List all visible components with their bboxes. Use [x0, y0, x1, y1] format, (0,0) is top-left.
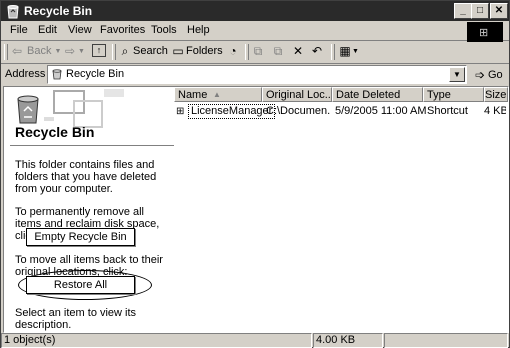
menu-favorites[interactable]: Favorites: [100, 24, 145, 36]
views-button[interactable]: ▦ ▼: [338, 44, 359, 58]
column-header-size[interactable]: Size: [484, 87, 508, 102]
recycle-bin-icon: [7, 5, 19, 19]
status-object-count: 1 object(s): [1, 333, 312, 348]
back-dropdown-icon: ▼: [54, 47, 62, 55]
minimize-button[interactable]: _: [454, 3, 472, 19]
heading-divider: [10, 145, 174, 146]
close-button[interactable]: ✕: [490, 3, 508, 19]
views-dropdown-icon: ▼: [352, 47, 359, 55]
info-pane: Recycle Bin This folder contains files a…: [4, 87, 174, 332]
delete-button[interactable]: ✕: [291, 44, 305, 58]
go-arrow-icon: ➩: [474, 68, 486, 82]
row-size: 4 KB: [484, 105, 506, 117]
address-field[interactable]: Recycle Bin ▼: [47, 65, 467, 84]
windows-logo-icon: ⊞: [467, 22, 503, 42]
up-folder-icon: ↑: [92, 44, 106, 57]
delete-x-icon: ✕: [292, 44, 304, 58]
move-to-icon: ⧉: [253, 44, 263, 58]
copy-to-button[interactable]: ⧉: [271, 44, 285, 58]
folders-label: Folders: [186, 45, 223, 57]
title-bar: Recycle Bin _ □ ✕: [1, 1, 509, 21]
forward-arrow-icon: ⇨: [64, 44, 76, 58]
empty-recycle-bin-button[interactable]: Empty Recycle Bin: [26, 228, 135, 246]
address-bar: Address Recycle Bin ▼ ➩ Go: [1, 64, 509, 86]
maximize-button[interactable]: □: [471, 3, 489, 19]
undo-icon: ↶: [311, 44, 323, 58]
content-area: Recycle Bin This folder contains files a…: [3, 86, 509, 333]
address-dropdown-icon[interactable]: ▼: [449, 67, 465, 82]
file-list: Name ▲ Original Loc... Date Deleted Type…: [174, 87, 508, 332]
address-label: Address: [5, 68, 46, 80]
row-date-deleted: 5/9/2005 11:00 AM: [335, 105, 427, 117]
forward-button[interactable]: ⇨ ▼: [63, 44, 85, 58]
history-button[interactable]: ◔: [226, 44, 240, 58]
row-name[interactable]: LicenseManager: [188, 104, 276, 119]
forward-dropdown-icon: ▼: [78, 47, 85, 55]
go-button[interactable]: ➩ Go: [473, 68, 503, 82]
copy-to-icon: ⧉: [273, 44, 283, 58]
pane-description: This folder contains files and folders t…: [15, 159, 157, 195]
address-value: Recycle Bin: [66, 68, 125, 80]
undo-button[interactable]: ↶: [310, 44, 324, 58]
table-row[interactable]: ⊞ LicenseManager C:\Documen... 5/9/2005 …: [174, 104, 508, 120]
column-header-name[interactable]: Name ▲: [174, 87, 262, 102]
shortcut-icon: ⊞: [176, 106, 185, 117]
search-icon: ⌕: [121, 44, 129, 58]
recycle-bin-icon: [52, 69, 62, 80]
menu-file[interactable]: File: [10, 24, 28, 36]
column-header-name-label: Name: [178, 89, 208, 101]
column-header-type[interactable]: Type: [423, 87, 484, 102]
status-bar: 1 object(s) 4.00 KB: [1, 332, 509, 348]
menu-bar: File Edit View Favorites Tools Help ⊞: [1, 22, 509, 42]
column-header-date-deleted[interactable]: Date Deleted: [332, 87, 423, 102]
toolbar-separator: [331, 44, 335, 60]
search-label: Search: [133, 45, 168, 57]
back-arrow-icon: ⇦: [11, 44, 23, 58]
menu-help[interactable]: Help: [187, 24, 210, 36]
search-button[interactable]: ⌕ Search: [118, 44, 168, 58]
toolbar: ⇦ Back ▼ ⇨ ▼ ↑ ⌕ Search ▭ Folders ◔ ⧉ ⧉: [1, 41, 509, 64]
row-original-location: C:\Documen...: [266, 105, 330, 117]
folders-button[interactable]: ▭ Folders: [171, 44, 223, 58]
views-icon: ▦: [339, 44, 351, 58]
status-zone-panel: [384, 333, 508, 348]
folders-icon: ▭: [172, 44, 184, 58]
explorer-window: Recycle Bin _ □ ✕ File Edit View Favorit…: [0, 0, 510, 348]
column-header-original-location[interactable]: Original Loc...: [262, 87, 332, 102]
back-button[interactable]: ⇦ Back ▼: [10, 44, 61, 58]
window-title: Recycle Bin: [24, 4, 93, 18]
menu-view[interactable]: View: [68, 24, 92, 36]
toolbar-separator: [245, 44, 249, 60]
restore-all-button[interactable]: Restore All: [26, 276, 135, 294]
pane-heading: Recycle Bin: [15, 124, 95, 140]
menu-tools[interactable]: Tools: [151, 24, 177, 36]
go-label: Go: [488, 69, 503, 81]
menu-edit[interactable]: Edit: [38, 24, 57, 36]
sort-ascending-icon: ▲: [213, 90, 221, 99]
history-icon: ◔: [229, 44, 237, 58]
row-type: Shortcut: [427, 105, 468, 117]
toolbar-separator: [112, 44, 116, 60]
toolbar-grip: [4, 44, 8, 60]
move-to-button[interactable]: ⧉: [251, 44, 265, 58]
select-hint: Select an item to view its description.: [15, 307, 137, 331]
up-folder-button[interactable]: ↑: [92, 44, 106, 57]
back-label: Back: [27, 45, 52, 57]
status-size: 4.00 KB: [313, 333, 383, 348]
